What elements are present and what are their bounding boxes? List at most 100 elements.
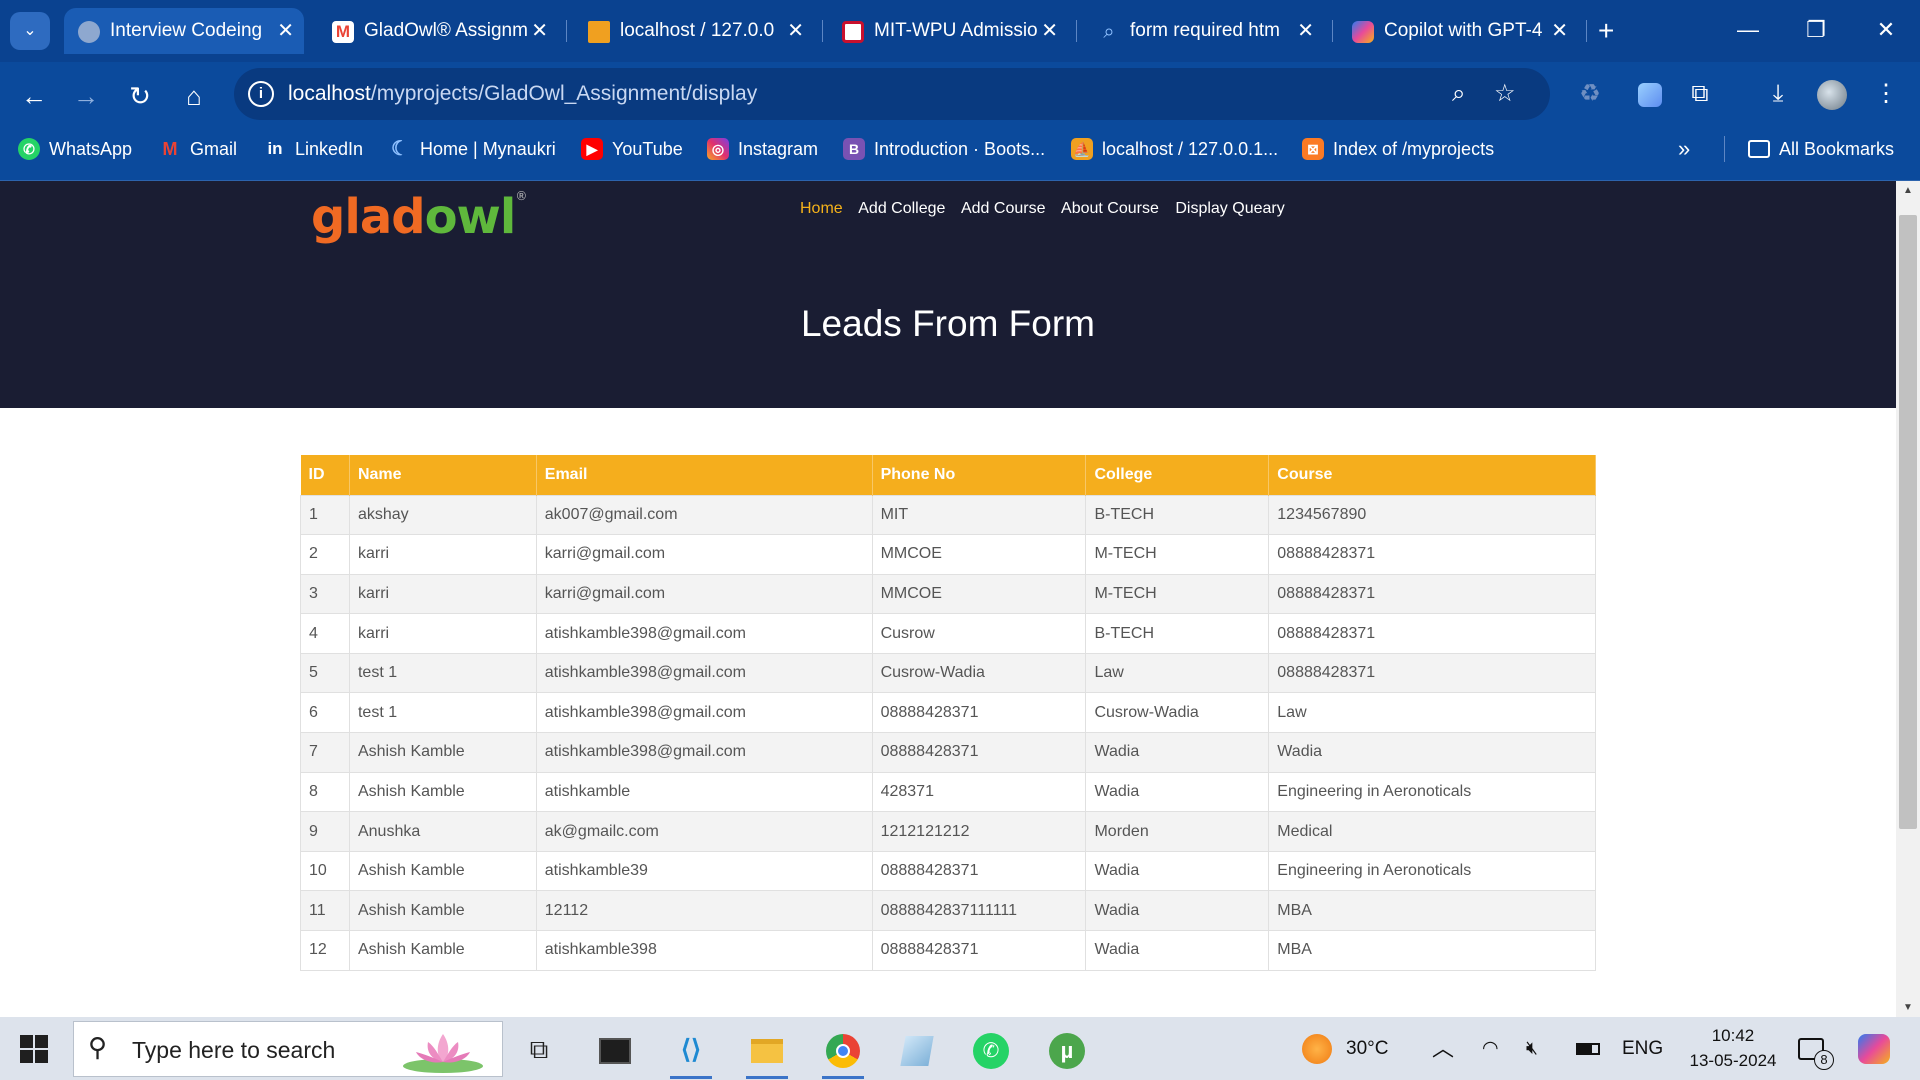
vscode-icon[interactable]: ⟨⟩ xyxy=(662,1023,720,1079)
windows-taskbar: ⚲ Type here to search ⧉ ⟨⟩ ✆ µ 30°C ︿ ◠ … xyxy=(0,1017,1920,1080)
nav-add-course[interactable]: Add Course xyxy=(961,200,1046,217)
bookmark-instagram[interactable]: ◎ Instagram xyxy=(707,126,818,172)
bookmark-youtube[interactable]: ▶ YouTube xyxy=(581,126,683,172)
bookmark-index-myprojects[interactable]: ⊠ Index of /myprojects xyxy=(1302,126,1494,172)
cell-phone: MMCOE xyxy=(871,534,1087,575)
linkedin-icon: in xyxy=(267,138,283,158)
nav-add-college[interactable]: Add College xyxy=(858,200,945,217)
cell-email: 12112 xyxy=(535,890,873,932)
table-row: 8 Ashish Kamble atishkamble 428371 Wadia Engi… xyxy=(300,771,1596,813)
address-bar[interactable]: i localhost/myprojects/GladOwl_Assignmen… xyxy=(234,68,1550,120)
close-icon[interactable]: ✕ xyxy=(1297,8,1314,54)
globe-icon xyxy=(78,21,100,43)
bootstrap-icon: B xyxy=(843,137,865,160)
bookmark-star-icon[interactable]: ☆ xyxy=(1494,78,1516,110)
bookmark-linkedin[interactable]: in LinkedIn xyxy=(264,126,363,172)
cell-email: atishkamble xyxy=(535,771,873,813)
wifi-icon[interactable]: ◠ xyxy=(1482,1017,1499,1080)
scroll-up-arrow-icon[interactable]: ▲ xyxy=(1896,185,1920,196)
tab-mit-wpu[interactable]: MIT-WPU Admissio ✕ xyxy=(828,8,1068,54)
zoom-icon[interactable]: ⌕ xyxy=(1452,78,1465,110)
windows-start-button[interactable] xyxy=(20,1035,48,1063)
gmail-icon: M xyxy=(162,138,178,159)
close-icon[interactable]: ✕ xyxy=(531,8,548,54)
cell-phone: MIT xyxy=(871,494,1087,536)
scroll-down-arrow-icon[interactable]: ▼ xyxy=(1896,1002,1920,1013)
nav-about-course[interactable]: About Course xyxy=(1061,200,1159,217)
chrome-icon[interactable] xyxy=(814,1023,872,1079)
more-bookmarks-chevron-icon[interactable]: » xyxy=(1678,126,1690,172)
weather-widget[interactable]: 30°C xyxy=(1302,1017,1388,1080)
url-text[interactable]: localhost/myprojects/GladOwl_Assignment/… xyxy=(288,68,757,120)
cell-id: 2 xyxy=(300,534,350,575)
utorrent-icon[interactable]: µ xyxy=(1038,1023,1096,1075)
input-language-indicator[interactable]: ENG xyxy=(1622,1017,1663,1080)
tab-interview-codeing[interactable]: Interview Codeing ✕ xyxy=(64,8,304,54)
terminal-icon[interactable] xyxy=(586,1023,644,1075)
notification-center-icon[interactable]: 8 xyxy=(1798,1017,1834,1080)
volume-muted-icon[interactable]: 🔇︎ xyxy=(1526,1017,1538,1080)
task-view-icon[interactable]: ⧉ xyxy=(510,1023,568,1075)
nav-display-queary[interactable]: Display Queary xyxy=(1175,200,1284,217)
download-icon[interactable]: ⤓ xyxy=(1758,74,1798,114)
cell-id: 1 xyxy=(300,494,350,536)
taskbar-search-box[interactable]: ⚲ Type here to search xyxy=(73,1021,503,1077)
cell-email: atishkamble398@gmail.com xyxy=(535,692,873,734)
cell-college: B-TECH xyxy=(1085,613,1270,654)
forward-button[interactable]: → xyxy=(66,76,106,116)
cell-course: 08888428371 xyxy=(1268,573,1596,615)
copilot-taskbar-icon[interactable] xyxy=(1858,1017,1890,1080)
cell-course: 08888428371 xyxy=(1268,652,1596,694)
page-scrollbar[interactable]: ▲ ▼ xyxy=(1896,181,1920,1017)
tab-localhost[interactable]: localhost / 127.0.0 ✕ xyxy=(574,8,814,54)
copilot-extension-icon[interactable] xyxy=(1630,74,1670,114)
cell-course: MBA xyxy=(1268,930,1596,971)
cell-college: Wadia xyxy=(1085,732,1270,773)
bookmark-bootstrap[interactable]: B Introduction · Boots... xyxy=(843,126,1045,172)
nav-home[interactable]: Home xyxy=(800,200,843,217)
battery-icon[interactable] xyxy=(1576,1017,1600,1080)
clock-date: 13-05-2024 xyxy=(1689,1051,1777,1070)
tab-gladowl-assignment[interactable]: M GladOwl® Assignm ✕ xyxy=(318,8,558,54)
tab-separator xyxy=(1076,20,1077,42)
scrollbar-thumb[interactable] xyxy=(1899,215,1917,829)
site-info-icon[interactable]: i xyxy=(248,81,274,107)
minimize-button[interactable]: — xyxy=(1724,10,1772,50)
tab-search-button[interactable]: ⌄ xyxy=(10,12,50,50)
gladowl-logo[interactable]: gladowl® xyxy=(311,189,527,245)
bookmark-whatsapp[interactable]: ✆ WhatsApp xyxy=(18,126,132,172)
restore-button[interactable]: ❐ xyxy=(1792,10,1840,50)
recycle-extension-icon[interactable]: ♻ xyxy=(1570,74,1610,114)
bookmark-mynaukri[interactable]: ☾ Home | Mynaukri xyxy=(389,126,556,172)
cell-phone: 08888428371 xyxy=(871,930,1087,971)
tab-title: GladOwl® Assignm xyxy=(364,20,528,41)
close-icon[interactable]: ✕ xyxy=(787,8,804,54)
cell-name: test 1 xyxy=(348,652,537,694)
cell-college: Morden xyxy=(1085,811,1270,852)
cell-college: Wadia xyxy=(1085,850,1270,892)
extensions-icon[interactable]: ⧉ xyxy=(1680,74,1720,114)
tab-form-required[interactable]: ⌕ form required htm ✕ xyxy=(1084,8,1324,54)
home-button[interactable]: ⌂ xyxy=(174,76,214,116)
cell-id: 11 xyxy=(300,890,350,932)
close-window-button[interactable]: ✕ xyxy=(1862,10,1910,50)
bookmark-localhost[interactable]: ⛵ localhost / 127.0.0.1... xyxy=(1071,126,1278,172)
close-icon[interactable]: ✕ xyxy=(277,8,294,54)
file-explorer-icon[interactable] xyxy=(738,1023,796,1079)
close-icon[interactable]: ✕ xyxy=(1551,8,1568,54)
table-row: 11 Ashish Kamble 12112 0888842837111111 Wadi… xyxy=(300,890,1596,932)
close-icon[interactable]: ✕ xyxy=(1041,8,1058,54)
back-button[interactable]: ← xyxy=(14,76,54,116)
reload-button[interactable]: ↻ xyxy=(120,76,160,116)
all-bookmarks-button[interactable]: All Bookmarks xyxy=(1748,126,1894,172)
whatsapp-icon[interactable]: ✆ xyxy=(962,1023,1020,1075)
show-hidden-icons-chevron-icon[interactable]: ︿ xyxy=(1432,1017,1454,1080)
notepad-icon[interactable] xyxy=(888,1023,946,1075)
new-tab-button[interactable]: + xyxy=(1598,14,1614,48)
tab-copilot[interactable]: Copilot with GPT-4 ✕ xyxy=(1338,8,1578,54)
table-row: 6 test 1 atishkamble398@gmail.com 088884283… xyxy=(300,692,1596,734)
taskbar-clock[interactable]: 10:42 13-05-2024 xyxy=(1678,1023,1788,1073)
profile-avatar[interactable] xyxy=(1812,74,1852,114)
bookmark-gmail[interactable]: M Gmail xyxy=(159,126,238,172)
browser-menu-icon[interactable]: ⋮ xyxy=(1866,74,1906,114)
